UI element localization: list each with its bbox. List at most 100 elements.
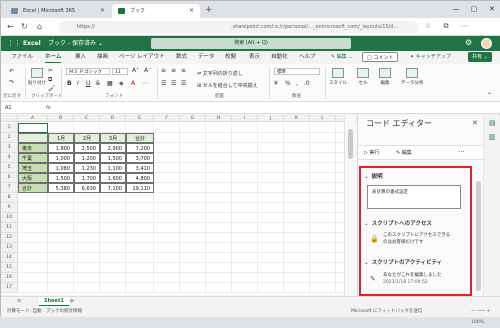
align-top-icon[interactable]: ≡ <box>161 67 166 75</box>
more-font-options-icon[interactable]: ⋯ <box>142 80 148 88</box>
grid-cell[interactable] <box>232 183 258 193</box>
table-value-cell[interactable]: 1,200 <box>74 153 100 163</box>
grid-cell[interactable] <box>154 213 180 223</box>
tab-help[interactable]: ヘルプ <box>299 53 316 62</box>
fx-icon[interactable]: fx <box>46 104 51 112</box>
row-header[interactable]: 1 <box>1 123 18 133</box>
grid-cell[interactable] <box>154 263 180 273</box>
grid-cell[interactable] <box>284 203 310 213</box>
browser-tab-excel-home[interactable]: Excel | Microsoft 365 ✕ <box>5 4 111 18</box>
grid-cell[interactable] <box>18 213 48 223</box>
grid-cell[interactable] <box>258 123 284 133</box>
grid-cell[interactable] <box>48 243 74 253</box>
spreadsheet-grid[interactable]: ABCDEFGHIJKLMN12345678910111213141516171… <box>1 115 358 295</box>
grow-font-icon[interactable]: A⁺ <box>132 67 139 75</box>
grid-cell[interactable] <box>154 253 180 263</box>
grid-cell[interactable] <box>100 213 126 223</box>
grid-cell[interactable] <box>232 123 258 133</box>
redo-icon[interactable]: ↷ <box>9 79 14 87</box>
edit-script-button[interactable]: ✎ 編集 <box>396 149 412 158</box>
grid-cell[interactable] <box>206 163 232 173</box>
minimize-icon[interactable]: — <box>447 1 465 18</box>
grid-cell[interactable] <box>310 233 336 243</box>
sheet-tab-sheet1[interactable]: Sheet1 <box>39 297 69 306</box>
grid-cell[interactable] <box>48 273 74 283</box>
tab-review[interactable]: 校閲 <box>225 53 236 62</box>
grid-cell[interactable] <box>74 203 100 213</box>
grid-cell[interactable] <box>206 213 232 223</box>
row-header[interactable]: 5 <box>1 163 18 173</box>
row-header[interactable]: 8 <box>1 193 18 203</box>
grid-cell[interactable] <box>284 223 310 233</box>
grid-cell[interactable] <box>126 123 154 133</box>
paste-button[interactable]: 貼り付け <box>28 68 46 86</box>
table-value-cell[interactable]: 1,080 <box>48 163 74 173</box>
grid-cell[interactable] <box>232 163 258 173</box>
grid-cell[interactable] <box>126 223 154 233</box>
grid-cell[interactable] <box>18 223 48 233</box>
tab-home[interactable]: ホーム <box>45 53 62 63</box>
align-center-icon[interactable]: ☰ <box>171 80 176 88</box>
column-header[interactable]: G <box>180 115 206 122</box>
grid-cell[interactable] <box>206 123 232 133</box>
grid-cell[interactable] <box>258 173 284 183</box>
row-header[interactable]: 9 <box>1 203 18 213</box>
grid-cell[interactable] <box>310 243 336 253</box>
grid-cell[interactable] <box>232 233 258 243</box>
table-value-cell[interactable]: 1,500 <box>48 173 74 183</box>
grid-cell[interactable] <box>310 163 336 173</box>
grid-cell[interactable] <box>206 173 232 183</box>
grid-cell[interactable] <box>206 233 232 243</box>
column-header[interactable]: L <box>310 115 336 122</box>
grid-cell[interactable] <box>154 273 180 283</box>
grid-cell[interactable] <box>48 123 74 133</box>
grid-cell[interactable] <box>74 233 100 243</box>
grid-cell[interactable] <box>180 163 206 173</box>
grid-cell[interactable] <box>154 183 180 193</box>
row-header[interactable]: 17 <box>1 283 18 293</box>
table-value-cell[interactable]: 2,900 <box>100 143 126 153</box>
grid-cell[interactable] <box>232 283 258 293</box>
grid-cell[interactable] <box>48 203 74 213</box>
strikethrough-icon[interactable]: S̶ <box>96 80 100 88</box>
grid-cell[interactable] <box>258 233 284 243</box>
grid-cell[interactable] <box>258 143 284 153</box>
percent-icon[interactable]: % <box>285 80 291 88</box>
merge-center-button[interactable]: ⊞ セルを結合して中央揃え <box>197 82 258 89</box>
table-value-cell[interactable]: 6,630 <box>74 183 100 193</box>
grid-cell[interactable] <box>310 283 336 293</box>
grid-cell[interactable] <box>48 233 74 243</box>
tab-automate[interactable]: 自動化 <box>271 53 288 62</box>
comma-icon[interactable]: , <box>296 80 298 88</box>
grid-cell[interactable] <box>284 163 310 173</box>
edit-mode-button[interactable]: ✎ 編集 ⌄ <box>327 52 357 62</box>
grid-cell[interactable] <box>154 173 180 183</box>
close-tab-icon[interactable]: ✕ <box>100 4 105 18</box>
grid-cell[interactable] <box>206 253 232 263</box>
font-color-icon[interactable]: A <box>131 80 135 88</box>
grid-cell[interactable] <box>232 133 258 143</box>
grid-cell[interactable] <box>258 133 284 143</box>
grid-cell[interactable] <box>232 203 258 213</box>
font-size-select[interactable]: 11 <box>112 68 128 75</box>
grid-cell[interactable] <box>232 153 258 163</box>
grid-cell[interactable] <box>18 193 48 203</box>
comments-button[interactable]: □ コメント <box>362 52 399 62</box>
calc-mode-status[interactable]: 計算モード: 自動 ブックの統計情報 <box>7 306 82 317</box>
grid-cell[interactable] <box>310 263 336 273</box>
table-value-cell[interactable]: 1,500 <box>100 153 126 163</box>
grid-cell[interactable] <box>100 193 126 203</box>
grid-cell[interactable] <box>310 273 336 283</box>
grid-cell[interactable] <box>284 193 310 203</box>
browser-toolbar-icons[interactable]: ☆ ⧉ ⋯ <box>425 22 473 31</box>
grid-cell[interactable] <box>18 243 48 253</box>
table-value-cell[interactable]: 3,410 <box>126 163 154 173</box>
analyze-data-button[interactable]: データ分析 <box>401 68 424 86</box>
grid-cell[interactable] <box>180 203 206 213</box>
close-icon[interactable]: ✕ <box>472 119 478 127</box>
refresh-icon[interactable]: ↻ <box>21 21 28 33</box>
grid-cell[interactable] <box>100 203 126 213</box>
grid-cell[interactable] <box>48 253 74 263</box>
grid-cell[interactable] <box>206 133 232 143</box>
grid-cell[interactable] <box>126 253 154 263</box>
